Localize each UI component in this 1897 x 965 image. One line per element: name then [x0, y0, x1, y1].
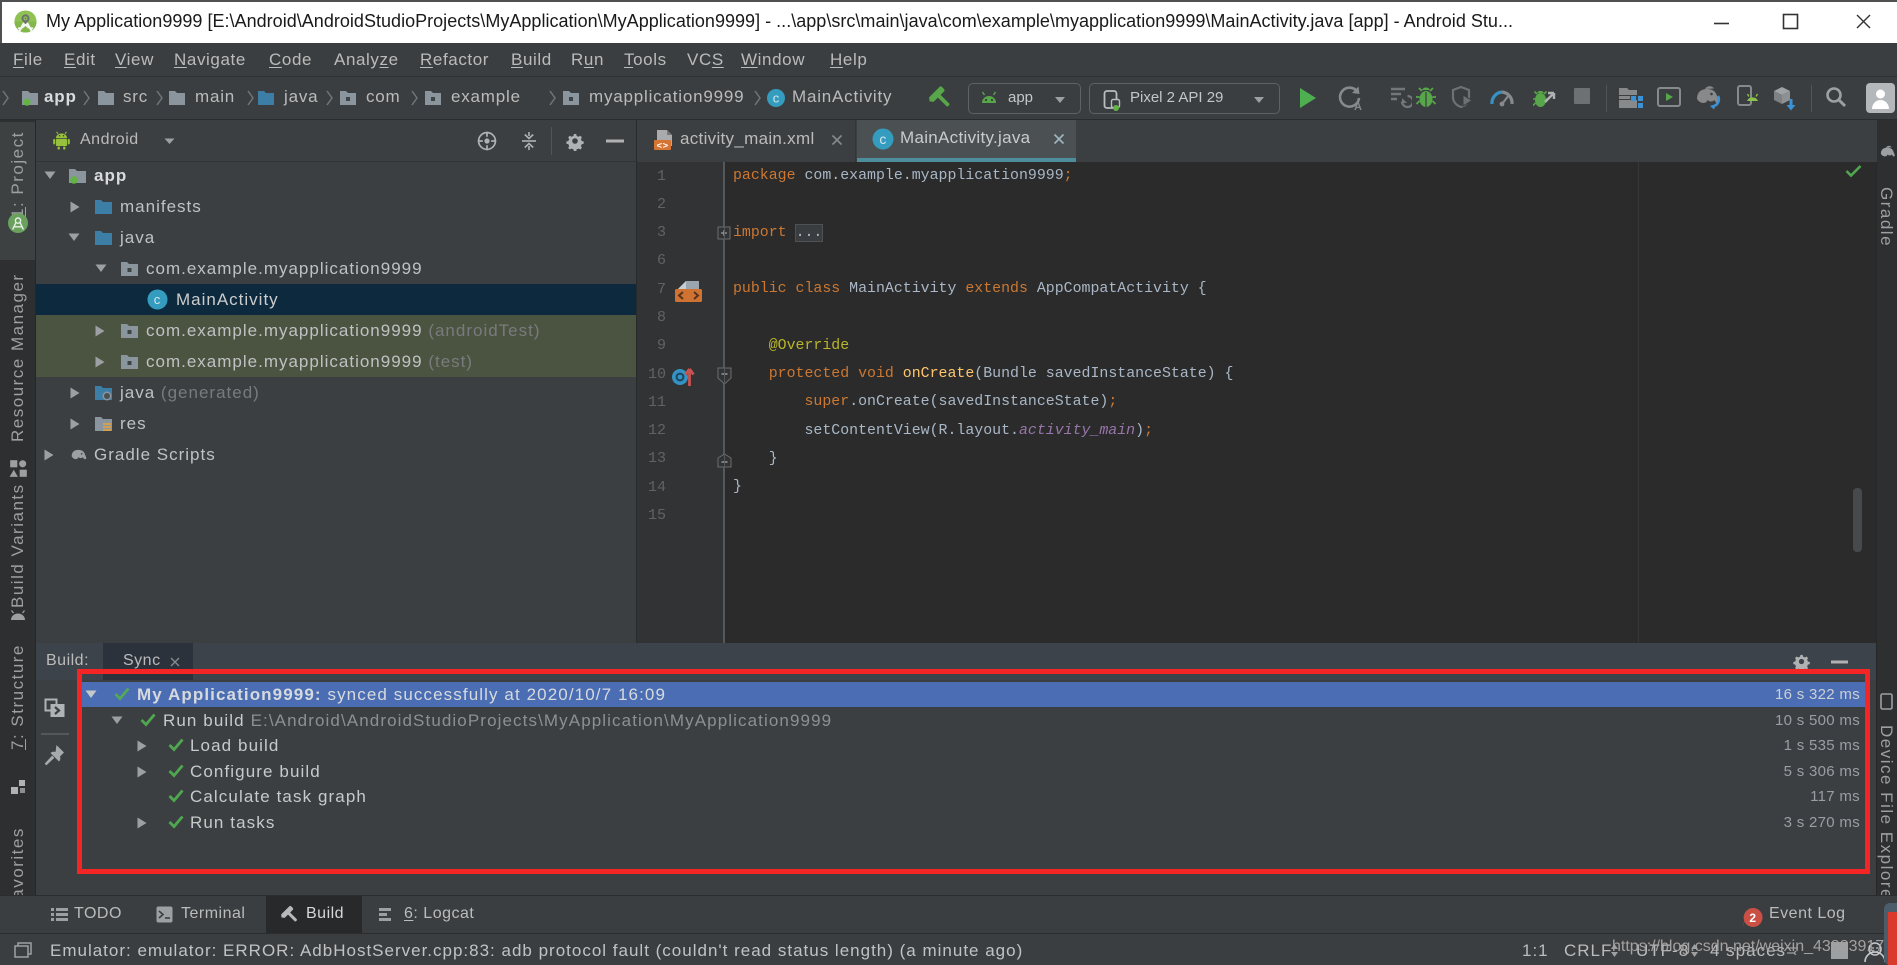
svg-text:c: c — [154, 292, 162, 307]
svg-text:A: A — [1354, 101, 1362, 111]
svg-text:c: c — [773, 91, 780, 106]
svg-text:2: 2 — [1749, 911, 1756, 925]
svg-text:c: c — [879, 131, 886, 147]
svg-text:<>: <> — [656, 141, 668, 152]
